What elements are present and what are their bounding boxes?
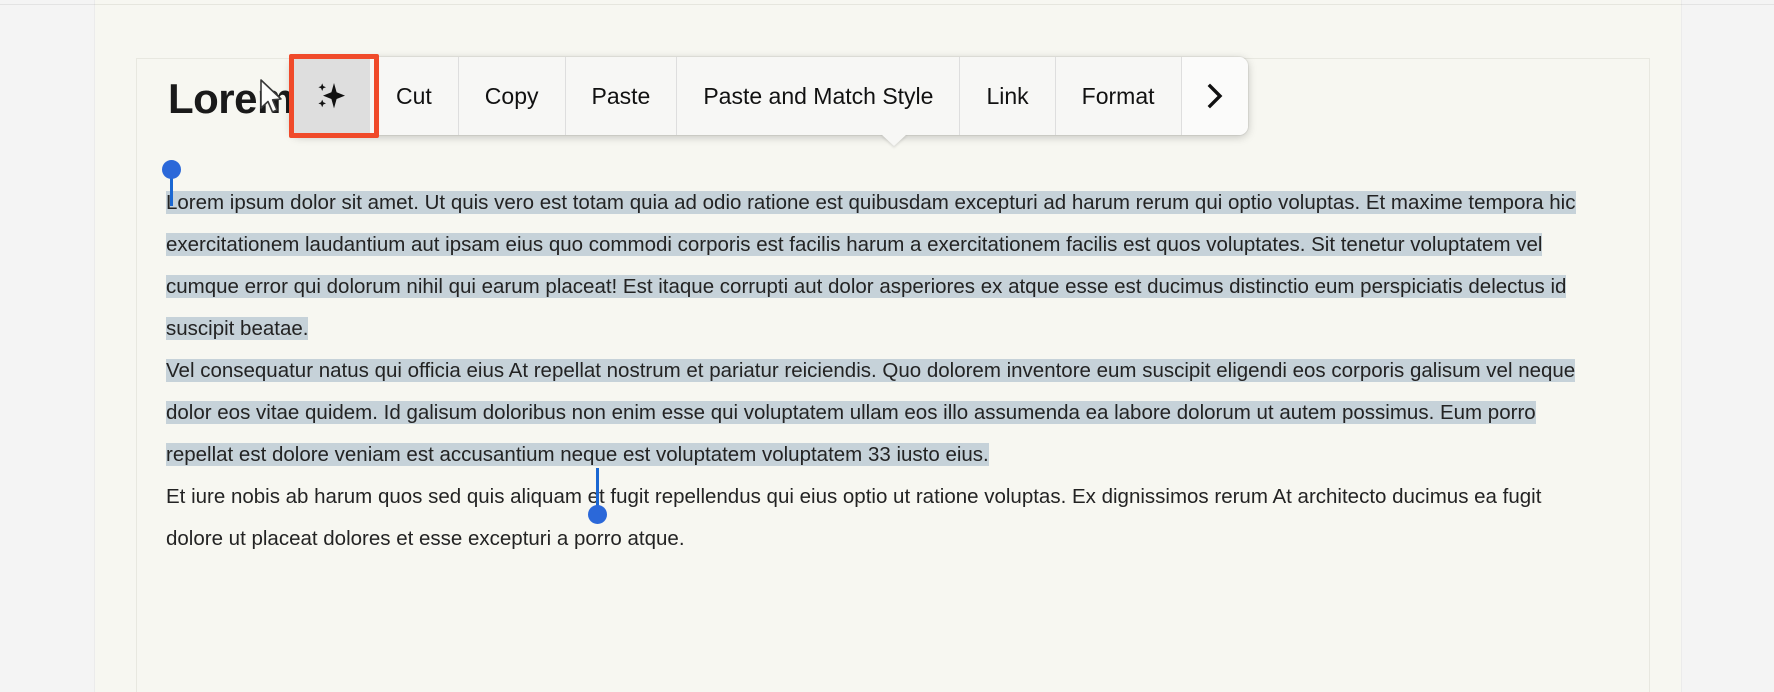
menu-item-cut[interactable]: Cut	[370, 57, 459, 135]
app-viewport: Lorem Lorem ipsum dolor sit amet. Ut qui…	[0, 0, 1774, 692]
sparkle-icon	[313, 79, 347, 113]
top-rule	[95, 4, 1681, 5]
selection-start-knob[interactable]	[162, 160, 181, 179]
text-context-menu[interactable]: Cut Copy Paste Paste and Match Style Lin…	[291, 57, 1248, 135]
selected-text-1[interactable]: Lorem ipsum dolor sit amet. Ut quis vero…	[166, 191, 1576, 340]
menu-item-format[interactable]: Format	[1055, 57, 1182, 135]
top-rule-left	[0, 4, 95, 5]
selection-end-stem	[596, 468, 599, 509]
menu-item-label: Copy	[484, 82, 539, 109]
menu-item-label: Format	[1081, 82, 1155, 109]
menu-item-writing-tools[interactable]	[291, 57, 370, 135]
document-body[interactable]: Lorem ipsum dolor sit amet. Ut quis vero…	[166, 182, 1596, 560]
chevron-right-icon	[1204, 81, 1226, 111]
selection-end-knob[interactable]	[588, 505, 607, 524]
menu-item-label: Paste	[591, 82, 651, 109]
menu-item-paste[interactable]: Paste	[565, 57, 678, 135]
menu-item-copy[interactable]: Copy	[458, 57, 566, 135]
paragraph-3[interactable]: Et iure nobis ab harum quos sed quis ali…	[166, 476, 1596, 560]
menu-item-more[interactable]	[1181, 57, 1248, 135]
selected-text-2[interactable]: Vel consequatur natus qui officia eius A…	[166, 359, 1576, 466]
page-gutter-right	[1681, 0, 1774, 692]
menu-item-label: Paste and Match Style	[703, 82, 934, 109]
paragraph-1[interactable]: Lorem ipsum dolor sit amet. Ut quis vero…	[166, 182, 1596, 350]
page-gutter-left	[0, 0, 95, 692]
top-rule-right	[1681, 4, 1774, 5]
page-title: Lorem	[168, 75, 294, 122]
paragraph-2[interactable]: Vel consequatur natus qui officia eius A…	[166, 350, 1596, 476]
menu-item-label: Link	[986, 82, 1029, 109]
menu-item-label: Cut	[396, 82, 432, 109]
menu-item-link[interactable]: Link	[960, 57, 1056, 135]
menu-item-paste-and-match-style[interactable]: Paste and Match Style	[677, 57, 961, 135]
